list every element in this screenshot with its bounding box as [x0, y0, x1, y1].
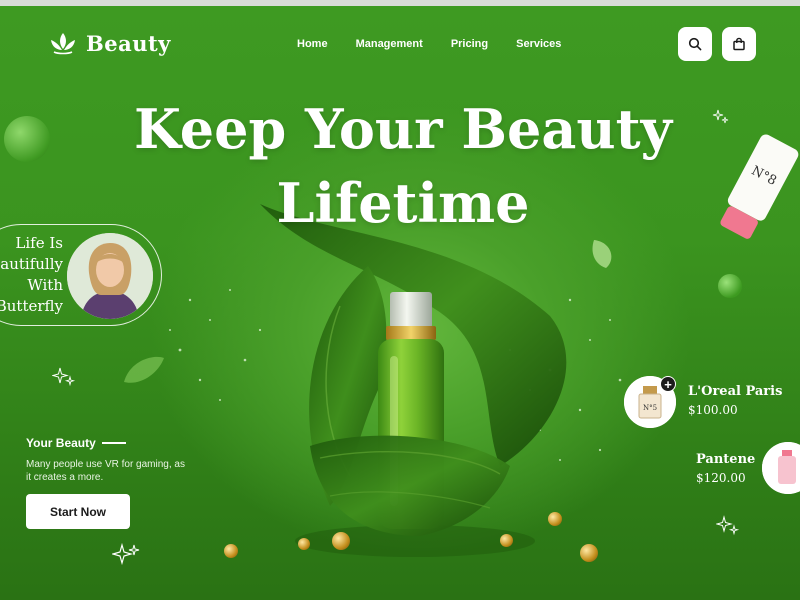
brand-logo[interactable]: Beauty: [48, 30, 171, 56]
testimonial-line: autifully: [0, 255, 63, 273]
sparkle-icon: [112, 542, 140, 566]
product-card[interactable]: L'Oreal Paris $100.00: [688, 384, 782, 417]
shopping-bag-icon: [733, 37, 745, 51]
search-icon: [688, 37, 702, 51]
pump-bottle-image: [762, 442, 800, 494]
divider: [101, 442, 126, 444]
intro-heading: Your Beauty: [26, 436, 126, 450]
cream-tube-image: N°8: [720, 134, 799, 239]
avatar: [67, 233, 153, 319]
gold-pearl: [500, 534, 513, 547]
gold-pearl: [298, 538, 310, 550]
lotus-icon: [51, 33, 75, 55]
gold-pearl: [580, 544, 598, 562]
woman-portrait: [67, 233, 153, 319]
nav-link-services[interactable]: Services: [516, 38, 561, 50]
svg-text:N°5: N°5: [643, 404, 657, 412]
landing-page: Beauty Home Management Pricing Services: [0, 0, 800, 600]
sparkle-icon: [52, 367, 76, 387]
green-sphere: [718, 274, 742, 298]
gold-pearl: [548, 512, 562, 526]
intro-heading-text: Your Beauty: [26, 436, 96, 450]
hero-title: Keep Your Beauty Lifetime: [0, 92, 800, 240]
product-name: Pantene: [696, 452, 756, 467]
gold-pearl: [224, 544, 238, 558]
hero-product-image: [260, 204, 567, 557]
intro-text: Many people use VR for gaming, as it cre…: [26, 459, 185, 483]
add-product-button[interactable]: +: [660, 376, 676, 392]
nav-link-management[interactable]: Management: [356, 38, 423, 50]
testimonial-line: Butterfly: [0, 297, 63, 315]
nav-link-pricing[interactable]: Pricing: [451, 38, 488, 50]
hero-title-line2: Lifetime: [276, 171, 530, 235]
nav-link-home[interactable]: Home: [297, 38, 328, 50]
testimonial-card: Life Is autifully With Butterfly: [0, 224, 162, 326]
sparkle-icon: [716, 515, 740, 536]
product-price: $100.00: [688, 403, 738, 417]
testimonial-line: Life Is: [15, 234, 63, 252]
gold-pearl: [332, 532, 350, 550]
hero-title-line1: Keep Your Beauty: [134, 97, 672, 161]
product-price: $120.00: [696, 471, 746, 485]
start-now-button[interactable]: Start Now: [26, 494, 130, 529]
cart-button[interactable]: [722, 27, 756, 61]
testimonial-line: With: [27, 276, 63, 294]
main-nav: Home Management Pricing Services: [297, 38, 561, 50]
brand-name: Beauty: [86, 30, 171, 56]
product-name: L'Oreal Paris: [688, 384, 783, 399]
search-button[interactable]: [678, 27, 712, 61]
product-thumbnail[interactable]: [762, 442, 800, 494]
product-card[interactable]: Pantene $120.00: [696, 452, 755, 485]
testimonial-quote: Life Is autifully With Butterfly: [0, 233, 63, 317]
